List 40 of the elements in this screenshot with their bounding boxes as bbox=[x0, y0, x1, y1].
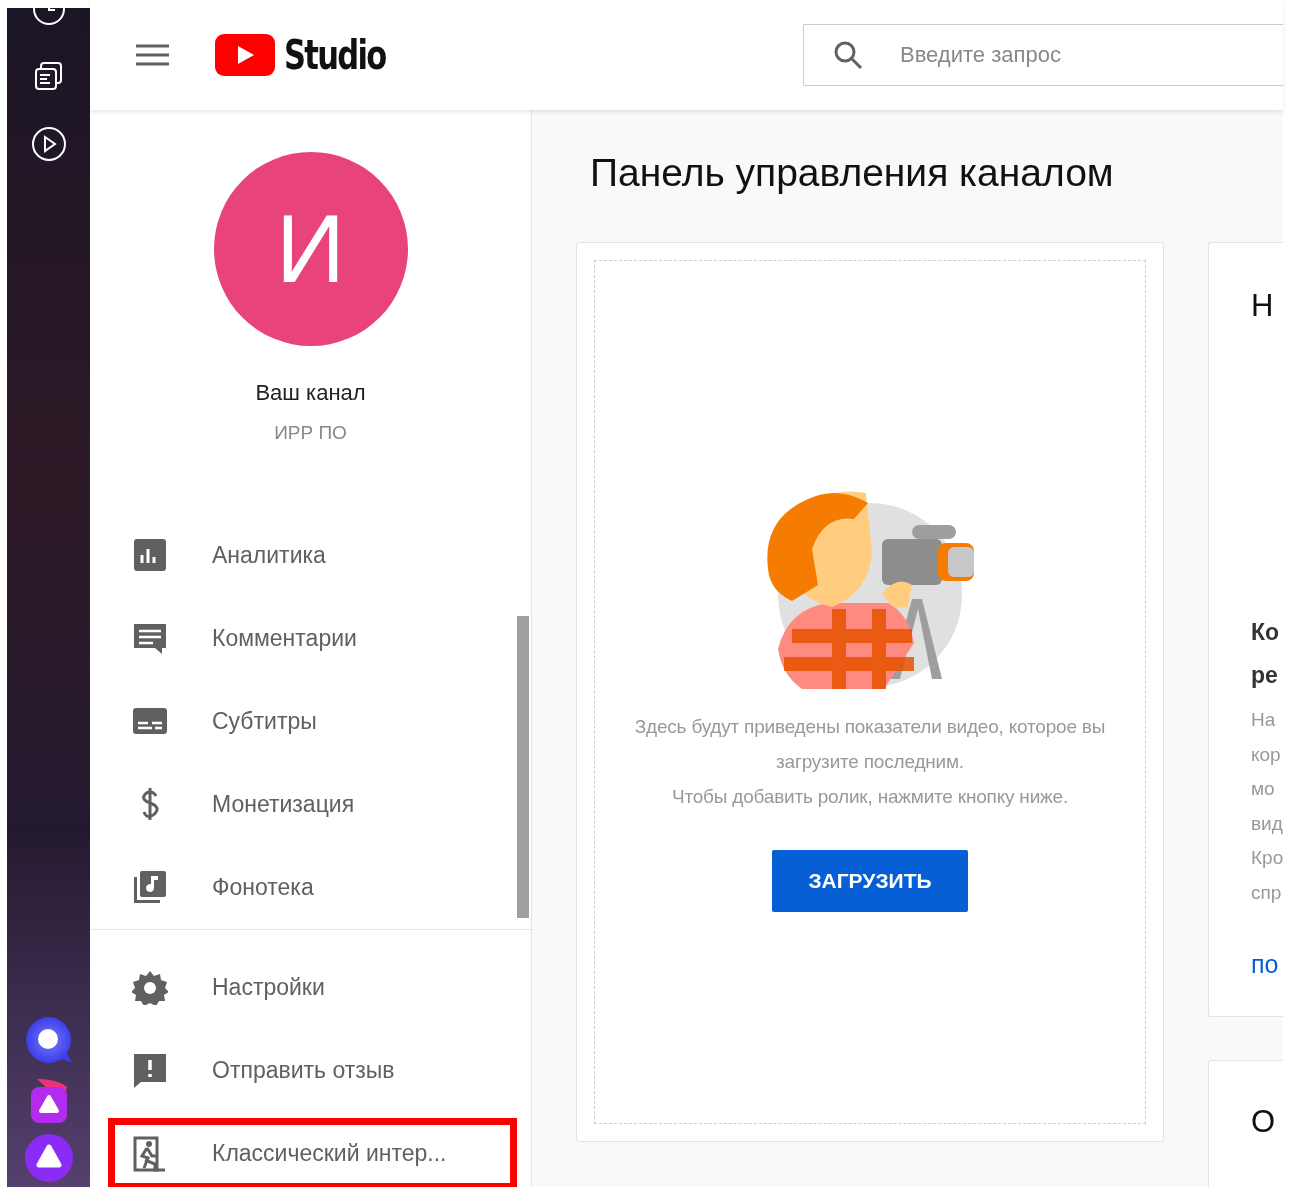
nav-item[interactable]: Отправить отзыв bbox=[90, 1028, 531, 1112]
scrollbar-thumb[interactable] bbox=[517, 616, 529, 918]
documents-icon[interactable] bbox=[32, 60, 65, 92]
nav-item[interactable]: Фонотека bbox=[90, 845, 531, 929]
card-heading: Ко bbox=[1251, 618, 1281, 648]
card-text: вид bbox=[1251, 811, 1283, 836]
bar-chart-icon bbox=[132, 537, 168, 573]
card-text: Кро bbox=[1251, 846, 1283, 871]
card-text: кор bbox=[1251, 742, 1282, 767]
settings-icon bbox=[132, 969, 168, 1005]
channel-avatar[interactable]: И bbox=[213, 152, 408, 346]
help-text: Чтобы добавить ролик, нажмите кнопку ниже. bbox=[671, 784, 1069, 809]
nav-item[interactable]: Аналитика bbox=[90, 513, 531, 597]
nav-item[interactable]: Классический интер... bbox=[108, 1117, 517, 1187]
card-heading: ре bbox=[1251, 661, 1279, 691]
feedback-icon bbox=[132, 1052, 168, 1088]
play-logo-icon bbox=[215, 34, 275, 76]
logo-text: Studio bbox=[284, 31, 386, 80]
card-text: На bbox=[1251, 708, 1277, 733]
play-icon[interactable] bbox=[30, 126, 67, 162]
nav-item[interactable]: Комментарии bbox=[90, 596, 531, 680]
help-text: Здесь будут приведены показатели видео, которое вы загрузите последним. bbox=[633, 714, 1107, 774]
channel-title: Ваш канал bbox=[254, 379, 367, 407]
channel-name: ИРР ПО bbox=[273, 421, 348, 445]
upload-button[interactable]: ЗАГРУЗИТЬ bbox=[772, 849, 968, 912]
music-library-icon bbox=[132, 869, 168, 905]
nav-item[interactable]: Монетизация bbox=[90, 762, 531, 846]
alice-icon[interactable] bbox=[23, 1133, 74, 1183]
menu-icon[interactable] bbox=[136, 43, 169, 67]
card-link[interactable]: по bbox=[1251, 950, 1279, 979]
card-text: спр bbox=[1251, 880, 1283, 905]
nav-item[interactable]: Настройки bbox=[90, 945, 531, 1029]
card-title: Н bbox=[1251, 286, 1275, 325]
search-field[interactable]: Введите запрос bbox=[803, 24, 1283, 86]
exit-door-icon bbox=[132, 1135, 168, 1172]
nav-item[interactable]: Субтитры bbox=[90, 679, 531, 763]
page-title: Панель управления каналом bbox=[590, 150, 1115, 196]
card-title: О bbox=[1251, 1102, 1277, 1141]
chat-bubble-icon[interactable] bbox=[23, 1015, 74, 1065]
card-text: мо bbox=[1251, 777, 1276, 802]
